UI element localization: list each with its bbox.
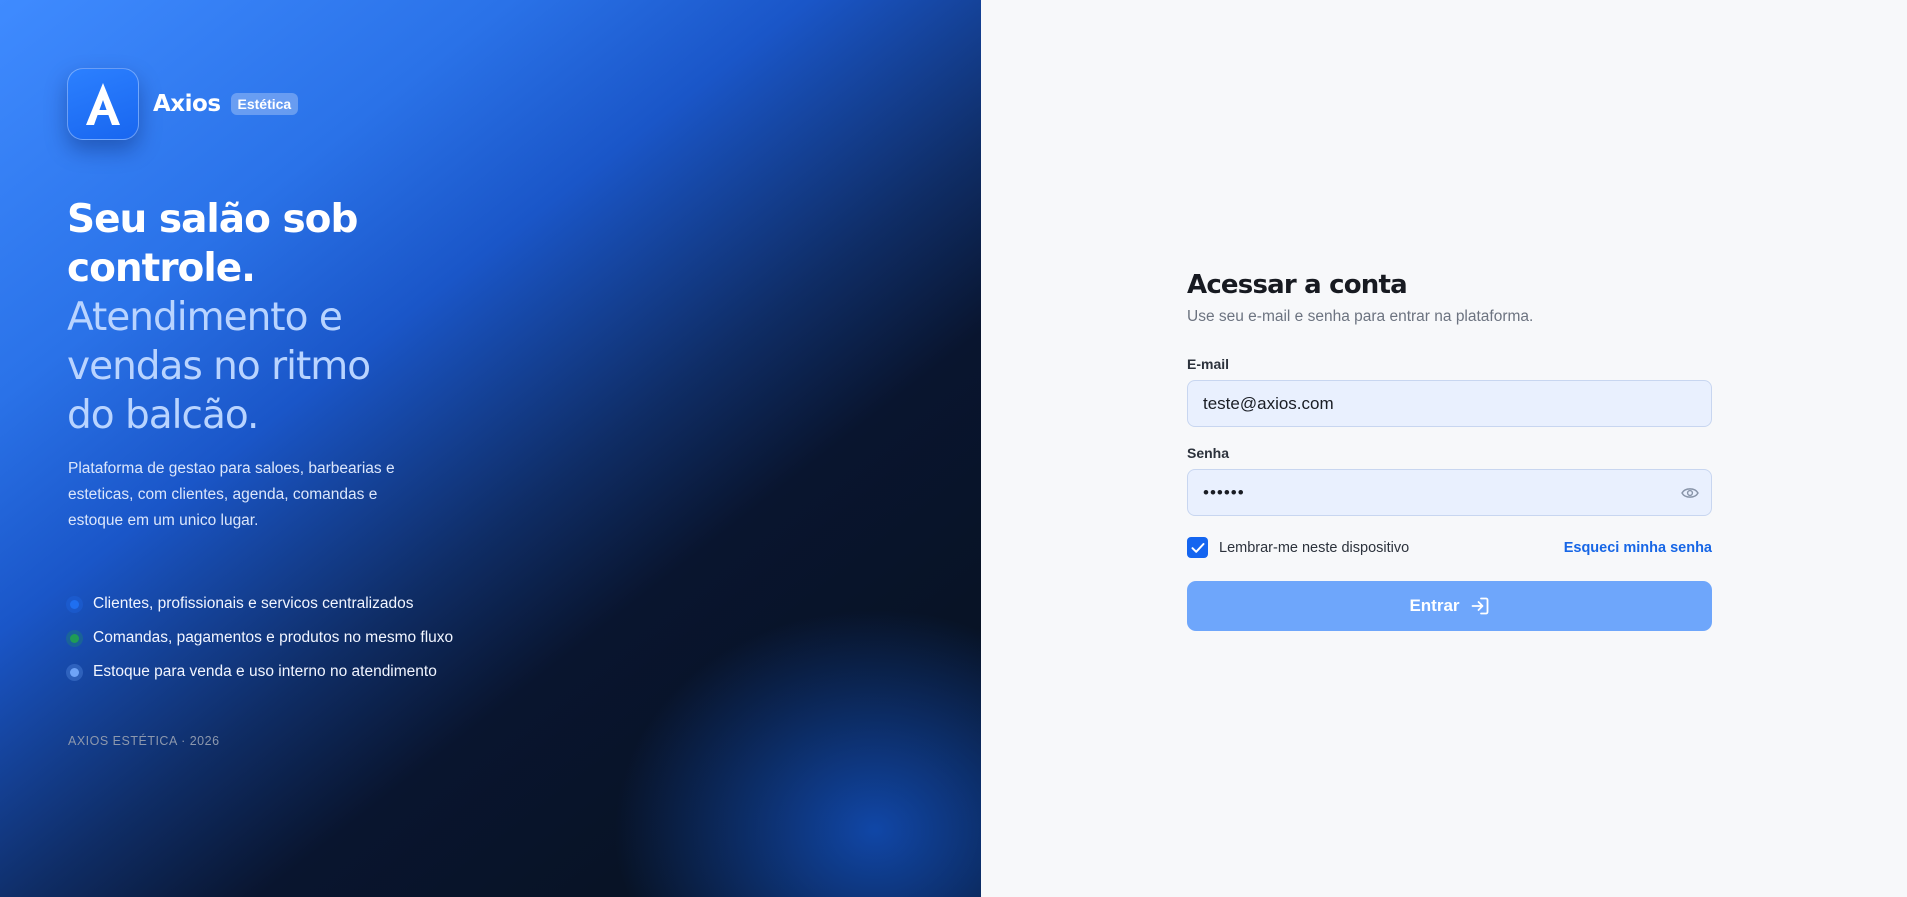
bullet-icon (66, 629, 83, 647)
brand-name: Axios (153, 91, 221, 117)
headline-light: Atendimento e vendas no ritmo do balcão. (67, 295, 371, 438)
feature-label: Clientes, profissionais e servicos centr… (93, 595, 414, 612)
email-field-wrapper (1187, 380, 1712, 427)
login-subtitle: Use seu e-mail e senha para entrar na pl… (1187, 308, 1534, 325)
hero-headline: Seu salão sob controle. Atendimento e ve… (67, 195, 407, 440)
logo-icon (67, 68, 139, 140)
feature-list: Clientes, profissionais e servicos centr… (66, 587, 453, 689)
feature-item: Clientes, profissionais e servicos centr… (66, 587, 453, 621)
remember-me[interactable]: Lembrar-me neste dispositivo (1187, 537, 1409, 558)
hero-panel: Axios Estética Seu salão sob controle. A… (0, 0, 981, 897)
feature-label: Comandas, pagamentos e produtos no mesmo… (93, 629, 454, 646)
login-title: Acessar a conta (1187, 270, 1408, 300)
feature-item: Comandas, pagamentos e produtos no mesmo… (66, 621, 453, 655)
bullet-icon (66, 595, 83, 613)
remember-label: Lembrar-me neste dispositivo (1219, 539, 1410, 556)
remember-checkbox[interactable] (1187, 537, 1208, 558)
login-form: Acessar a conta Use seu e-mail e senha p… (1187, 270, 1712, 631)
password-field[interactable] (1203, 482, 1663, 503)
brand: Axios Estética (67, 68, 299, 140)
login-options: Lembrar-me neste dispositivo Esqueci min… (1187, 537, 1712, 558)
password-label: Senha (1187, 445, 1230, 461)
brand-badge: Estética (230, 93, 299, 115)
hero-description: Plataforma de gestao para saloes, barbea… (68, 460, 395, 529)
login-icon (1470, 596, 1490, 616)
eye-icon[interactable] (1680, 484, 1700, 502)
password-field-wrapper (1187, 469, 1712, 516)
forgot-password-link[interactable]: Esqueci minha senha (1564, 540, 1712, 556)
headline-strong: Seu salão sob controle. (67, 197, 358, 291)
feature-label: Estoque para venda e uso interno no aten… (93, 663, 437, 680)
bullet-icon (66, 663, 83, 681)
hero-footer: AXIOS ESTÉTICA · 2026 (68, 734, 220, 748)
feature-item: Estoque para venda e uso interno no aten… (66, 655, 453, 689)
submit-button[interactable]: Entrar (1187, 581, 1712, 631)
email-label: E-mail (1187, 356, 1230, 372)
check-icon (1191, 542, 1204, 553)
submit-label: Entrar (1409, 596, 1460, 615)
email-field[interactable] (1203, 393, 1663, 414)
